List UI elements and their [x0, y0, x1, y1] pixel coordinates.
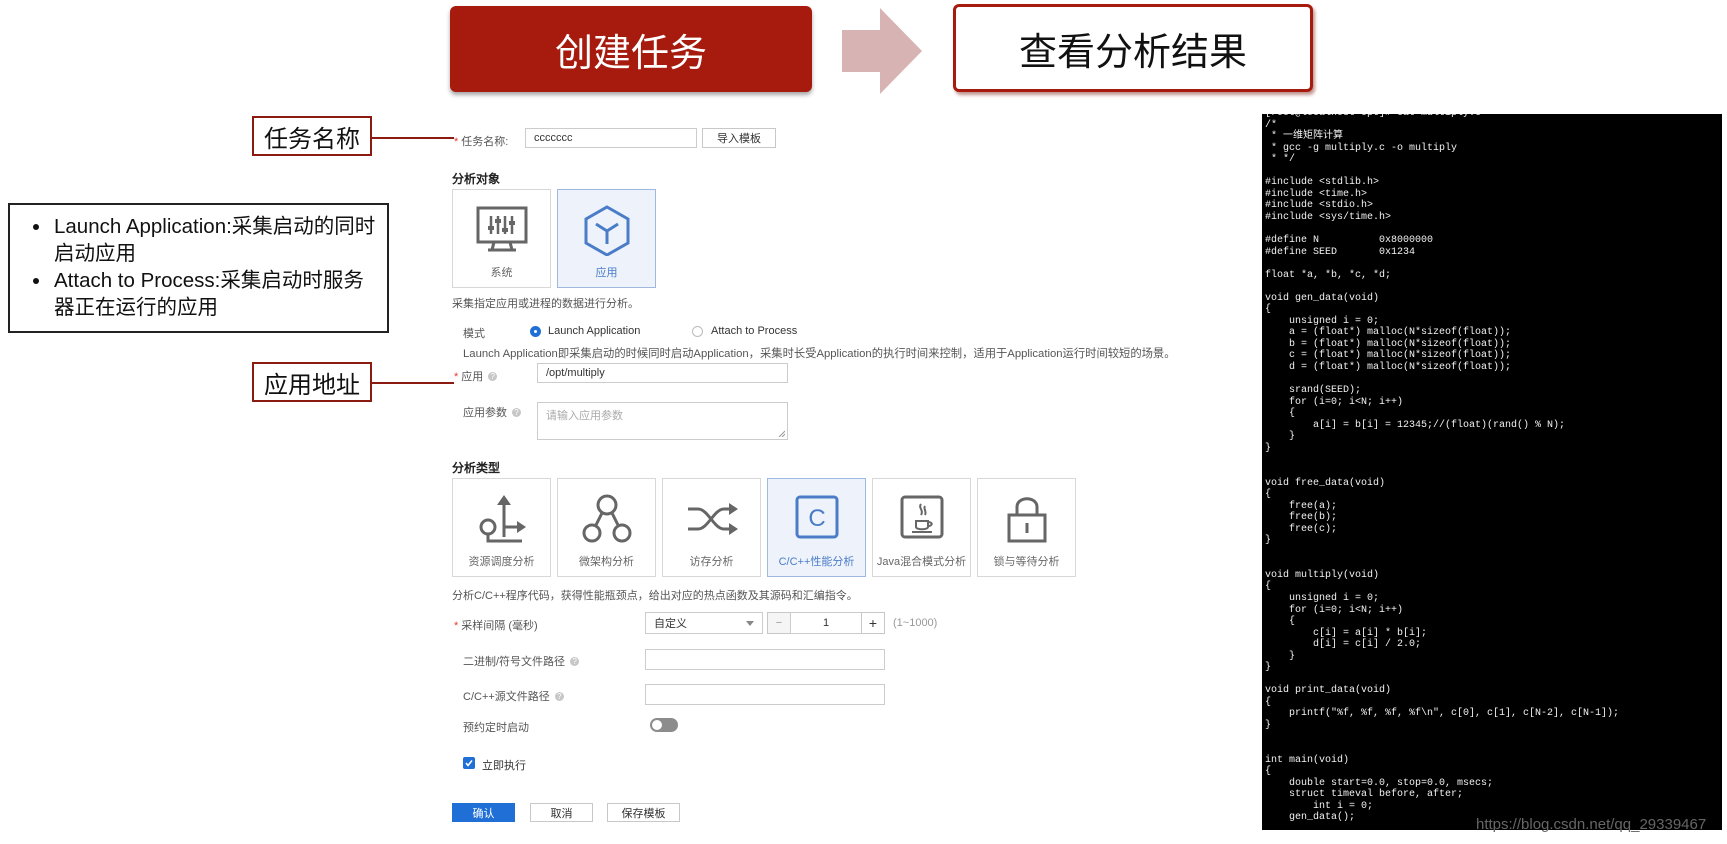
- tile-label: 访存分析: [689, 556, 734, 568]
- terminal-window[interactable]: [root@localhost opt]# cat multiply.c /* …: [1262, 114, 1722, 830]
- source-path-input[interactable]: [645, 684, 885, 705]
- type-tile-cpp-performance[interactable]: C C/C++性能分析: [767, 478, 866, 577]
- target-tile-system[interactable]: 系统: [452, 189, 551, 288]
- note-attach-to-process: Attach to Process:采集启动时服务器正在运行的应用: [52, 267, 377, 321]
- target-description: 采集指定应用或进程的数据进行分析。: [452, 298, 639, 310]
- sampling-label: * 采样间隔 (毫秒): [454, 620, 538, 632]
- step-view-results: 查看分析结果: [953, 4, 1313, 92]
- application-label: * 应用?: [454, 368, 498, 384]
- right-arrow-icon: [842, 8, 922, 94]
- tile-label: 应用: [595, 267, 618, 279]
- mode-radio-attach[interactable]: [692, 326, 703, 337]
- analysis-type-description: 分析C/C++程序代码，获得性能瓶颈点，给出对应的热点函数及其源码和汇编指令。: [452, 590, 858, 602]
- save-template-button[interactable]: 保存模板: [607, 803, 680, 822]
- system-monitor-icon: [476, 206, 527, 252]
- help-icon[interactable]: ?: [512, 408, 521, 417]
- confirm-button[interactable]: 确认: [452, 803, 515, 822]
- task-name-input[interactable]: ccccccc: [525, 128, 697, 148]
- sampling-select[interactable]: 自定义: [645, 612, 763, 634]
- sampling-value-input[interactable]: 1: [790, 612, 862, 634]
- type-tile-lock-wait[interactable]: 锁与等待分析: [977, 478, 1076, 577]
- watermark-url: https://blog.csdn.net/qq_29339467: [1476, 816, 1707, 833]
- sampling-decrement-button[interactable]: −: [767, 612, 791, 634]
- mode-notes-box: Launch Application:采集启动的同时启动应用 Attach to…: [8, 203, 389, 333]
- mode-option-attach[interactable]: Attach to Process: [711, 325, 797, 337]
- lock-icon: [1007, 497, 1046, 543]
- schedule-toggle[interactable]: [650, 718, 678, 732]
- tile-label: 系统: [490, 267, 513, 279]
- memory-access-icon: [687, 503, 738, 535]
- type-tile-resource-schedule[interactable]: 资源调度分析: [452, 478, 551, 577]
- binary-path-input[interactable]: [645, 649, 885, 670]
- mode-description: Launch Application即采集启动的时候同时启动Applicatio…: [463, 348, 1176, 360]
- terminal-code: [root@localhost opt]# cat multiply.c /* …: [1265, 114, 1620, 824]
- application-input[interactable]: /opt/multiply: [537, 363, 788, 383]
- mode-radio-launch[interactable]: [530, 326, 541, 337]
- sampling-increment-button[interactable]: +: [861, 612, 885, 634]
- check-icon: [465, 760, 473, 767]
- connector-line: [372, 382, 454, 384]
- sampling-range-hint: (1~1000): [893, 617, 938, 629]
- app-cube-icon: [584, 205, 629, 256]
- step-create-task: 创建任务: [450, 6, 812, 92]
- toggle-knob: [652, 720, 662, 730]
- type-tile-memory-access[interactable]: 访存分析: [662, 478, 761, 577]
- help-icon[interactable]: ?: [554, 692, 564, 701]
- c-language-icon: C: [795, 495, 838, 539]
- microarch-icon: [582, 494, 631, 543]
- tile-label: C/C++性能分析: [778, 556, 855, 568]
- run-now-label: 立即执行: [482, 760, 526, 772]
- type-tile-microarch[interactable]: 微架构分析: [557, 478, 656, 577]
- help-icon[interactable]: ?: [488, 372, 498, 381]
- tile-label: 微架构分析: [579, 556, 634, 568]
- tile-label: 资源调度分析: [468, 556, 535, 568]
- app-params-textarea[interactable]: 请输入应用参数: [537, 402, 788, 440]
- help-icon[interactable]: ?: [570, 657, 580, 666]
- svg-text:C: C: [808, 505, 825, 532]
- chevron-down-icon: [746, 620, 754, 626]
- tile-label: Java混合模式分析: [876, 556, 967, 568]
- java-icon: [900, 495, 943, 539]
- analysis-type-heading: 分析类型: [452, 461, 501, 475]
- binary-path-label: 二进制/符号文件路径?: [463, 653, 580, 669]
- target-tile-application[interactable]: 应用: [557, 189, 656, 288]
- callout-task-name: 任务名称: [252, 116, 372, 156]
- app-params-label: 应用参数?: [463, 404, 521, 420]
- mode-label: 模式: [463, 328, 485, 340]
- import-template-button[interactable]: 导入模板: [702, 128, 776, 148]
- source-path-label: C/C++源文件路径?: [463, 688, 564, 704]
- cancel-button[interactable]: 取消: [530, 803, 593, 822]
- connector-line: [372, 137, 454, 139]
- callout-app-path: 应用地址: [252, 362, 372, 402]
- tile-label: 锁与等待分析: [993, 556, 1060, 568]
- resource-schedule-icon: [479, 495, 526, 543]
- resize-handle-icon[interactable]: [778, 430, 785, 437]
- analysis-target-heading: 分析对象: [452, 172, 501, 186]
- schedule-label: 预约定时启动: [463, 722, 529, 734]
- task-name-label: * 任务名称:: [454, 136, 509, 148]
- mode-option-launch[interactable]: Launch Application: [548, 325, 640, 337]
- note-launch-application: Launch Application:采集启动的同时启动应用: [52, 213, 377, 267]
- type-tile-java-mixed[interactable]: Java混合模式分析: [872, 478, 971, 577]
- run-now-checkbox[interactable]: [463, 757, 475, 769]
